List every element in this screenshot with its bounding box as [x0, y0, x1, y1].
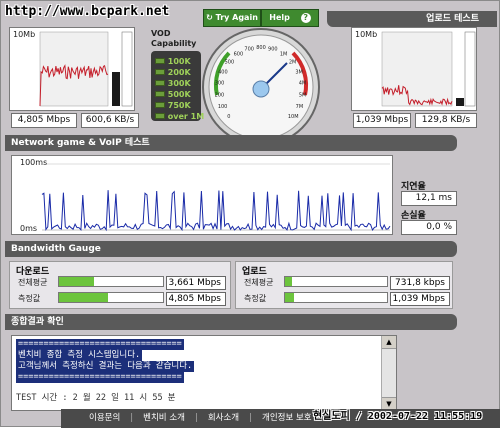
results-cut-line: TEST 시간 : 2 월 22 일 11 시 55 분 — [16, 393, 176, 403]
vod-item: 500K — [155, 87, 197, 99]
footer-link[interactable]: 회사소개 — [208, 413, 239, 423]
gauge-tick-label: 500 — [225, 59, 235, 65]
upload-title: 업로드 테스트 — [426, 14, 479, 24]
gauge-tick-label: 2M — [289, 59, 297, 65]
vod-led-icon — [155, 91, 165, 97]
results-title-bar: 종합결과 확인 — [5, 314, 457, 330]
scroll-up-icon[interactable]: ▲ — [382, 336, 396, 349]
vod-led-icon — [155, 102, 165, 108]
upload-bandwidth-panel: 업로드 전체평균 731,8 kbps 측정값 1,039 Mbps — [235, 261, 453, 309]
vod-list: 100K 200K 300K 500K 750K over 1M — [151, 51, 204, 121]
vod-item: over 1M — [155, 109, 204, 121]
upload-title-bar: 업로드 테스트 — [327, 11, 497, 27]
footer-link[interactable]: 벤치비 소개 — [143, 413, 185, 423]
download-speed-readout: 4,805 Mbps — [11, 113, 77, 128]
gauge-tick-label: 900 — [268, 47, 278, 53]
vod-title: VOD Capability — [151, 29, 197, 48]
vod-item: 100K — [155, 54, 197, 66]
upload-avg-label: 전체평균 — [244, 278, 274, 287]
loss-value: 0,0 % — [401, 220, 457, 235]
download-avg-bar — [58, 276, 164, 287]
results-line: 벤치비 종합 측정 시스템입니다. — [16, 350, 143, 361]
results-title: 종합결과 확인 — [11, 317, 64, 327]
download-measured-value: 4,805 Mbps — [166, 292, 226, 306]
gauge-tick-label: 7M — [296, 104, 304, 110]
upload-measured-label: 측정값 — [244, 294, 267, 303]
watermark-text: http://www.bcpark.net — [5, 4, 170, 19]
bandwidth-title-bar: Bandwidth Gauge — [5, 241, 457, 257]
footer-link[interactable]: 이용문의 — [89, 413, 120, 423]
gauge-tick-label: 700 — [244, 47, 254, 53]
results-line: ================================ — [16, 372, 184, 383]
download-avg-value: 3,661 Mbps — [166, 276, 226, 290]
gauge-tick-label: 600 — [234, 52, 244, 58]
gauge-tick-label: 5M — [299, 93, 307, 99]
download-bandwidth-panel: 다운로드 전체평균 3,661 Mbps 측정값 4,805 Mbps — [9, 261, 231, 309]
results-scrollbar[interactable]: ▲ ▼ — [381, 336, 396, 410]
download-trace — [39, 31, 133, 107]
download-bandwidth-title: 다운로드 — [16, 267, 50, 277]
download-graph: 10Mb — [9, 27, 135, 111]
vod-led-icon — [155, 69, 165, 75]
speedtest-window: http://www.bcpark.net 10Mb 4,805 Mbps 60… — [0, 0, 500, 428]
vod-led-icon — [155, 113, 165, 119]
footer-separator: | — [130, 413, 134, 423]
gauge-tick-label: 4M — [299, 81, 307, 87]
vod-item: 200K — [155, 65, 197, 77]
gauge-tick-label: 1M — [280, 52, 288, 58]
upload-graph: 10Mb — [351, 27, 477, 111]
upload-measured-value: 1,039 Mbps — [390, 292, 450, 306]
network-title-bar: Network game & VoIP 테스트 — [5, 135, 457, 151]
gauge-tick-label: 0 — [227, 114, 230, 120]
upload-measured-bar — [284, 292, 388, 303]
download-avg-label: 전체평균 — [18, 278, 48, 287]
gauge-tick-label: 400 — [218, 69, 228, 75]
vod-led-icon — [155, 58, 165, 64]
upload-avg-bar — [284, 276, 388, 287]
network-graph: 100ms 0ms — [11, 155, 393, 235]
refresh-icon: ↻ — [206, 13, 213, 22]
vod-led-icon — [155, 80, 165, 86]
download-kbs-readout: 600,6 KB/s — [81, 113, 139, 128]
vod-item: 300K — [155, 76, 197, 88]
bandwidth-title: Bandwidth Gauge — [11, 244, 101, 254]
latency-value: 12,1 ms — [401, 191, 457, 206]
network-trace — [41, 163, 391, 232]
network-title: Network game & VoIP 테스트 — [11, 138, 150, 148]
results-line: ================================ — [16, 339, 184, 350]
upload-kbs-readout: 129,8 KB/s — [415, 113, 477, 128]
upload-avg-value: 731,8 kbps — [390, 276, 450, 290]
footer-overlay-text: 현실도피 / 2002-07-22 11:55:19 — [313, 411, 483, 422]
gauge-tick-label: 800 — [256, 45, 266, 51]
results-textarea[interactable]: ================================ 벤치비 종합 측… — [11, 335, 397, 411]
results-line: 고객님께서 측정하신 결과는 다음과 같습니다. — [16, 361, 195, 372]
gauge-dial: 0 100 200 300 400 500600700 800 9001M2M 3M 4M 5M 7M… — [202, 28, 320, 146]
download-measured-label: 측정값 — [18, 294, 41, 303]
gauge-tick-label: 300 — [215, 81, 225, 87]
upload-speed-readout: 1,039 Mbps — [353, 113, 411, 128]
download-measured-bar — [58, 292, 164, 303]
gauge-tick-label: 10M — [288, 114, 299, 120]
help-label: Help — [269, 13, 290, 22]
upload-bandwidth-title: 업로드 — [242, 267, 267, 277]
footer-separator: | — [249, 413, 252, 423]
gauge-tick-label: 3M — [295, 69, 303, 75]
gauge-tick-label: 100 — [218, 104, 228, 110]
footer-link[interactable]: 개인정보 보호 — [262, 413, 312, 423]
speed-gauge: ↻ Try Again Help ? 0 100 200 300 400 500 600 70… — [199, 9, 323, 149]
footer-separator: | — [194, 413, 198, 423]
gauge-tick-label: 200 — [215, 93, 225, 99]
help-icon: ? — [300, 13, 311, 23]
try-again-label: Try Again — [215, 13, 258, 22]
vod-item: 750K — [155, 98, 197, 110]
upload-trace — [381, 31, 476, 107]
